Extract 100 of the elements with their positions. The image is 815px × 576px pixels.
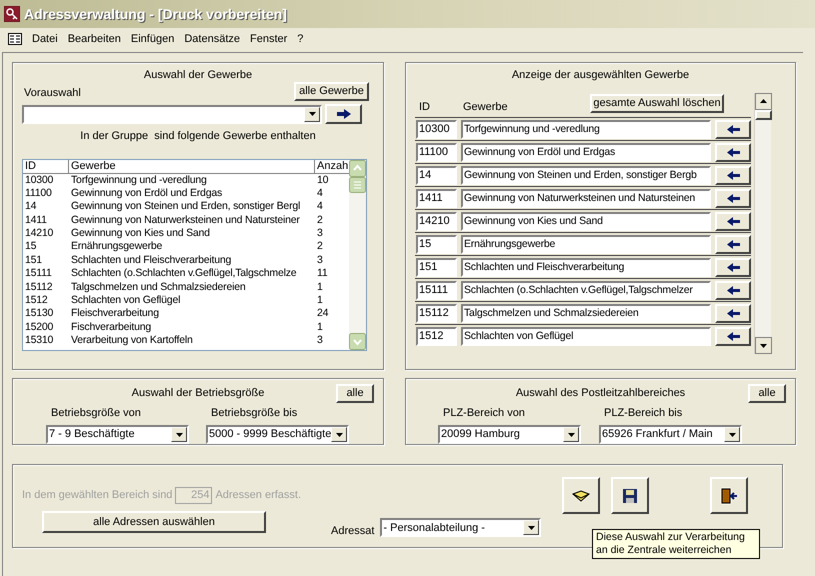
menu-item[interactable]: Datensätze [184,30,240,48]
arrow-left-icon [726,170,740,180]
dropdown[interactable]: 7 - 9 Beschäftigte [46,425,189,444]
scroll-down-icon[interactable] [755,337,772,354]
table-cell-text: 15200 [24,320,54,334]
name-field[interactable]: Gewinnung von Kies und Sand [461,212,711,230]
table-cell-text: 1 [316,280,324,294]
id-field[interactable]: 11100 [416,142,457,162]
arrow-left-icon [726,194,740,202]
go-button[interactable] [325,104,362,124]
all-button[interactable]: alle Gewerbe [294,82,369,101]
remove-button[interactable] [715,142,751,162]
field-label: PLZ-Bereich von [442,406,526,420]
arrow-left-icon [726,308,740,318]
door-exit-icon [721,488,738,504]
save-button[interactable] [611,477,650,514]
column-header[interactable]: Anzah [315,160,349,172]
select-all-button[interactable]: alle Adressen auswählen [42,511,266,533]
table-cell-text: 1512 [24,294,49,308]
clear-selection-button[interactable]: gesamte Auswahl löschen [590,94,724,112]
name-field[interactable]: Gewinnung von Steinen und Erden, sonstiger Bergb [461,166,711,184]
scrollbar[interactable] [754,93,771,354]
scroll-thumb[interactable] [349,176,366,192]
summary-text: In dem gewählten Bereich sind [22,488,172,504]
id-field[interactable]: 15112 [416,304,457,322]
menu-item[interactable]: ? [297,30,304,48]
table-cell-text: Schlachten (o.Schlachten v.Geflügel,Talgschmelze [70,267,298,281]
remove-button[interactable] [715,326,751,346]
name-field[interactable]: Talgschmelzen und Schmalzsiedereien [461,304,711,322]
field-label: Betriebsgröße von [50,406,142,420]
dropdown[interactable]: 20099 Hamburg [438,425,581,444]
remove-button[interactable] [715,280,751,300]
exit-button[interactable] [710,477,748,514]
menu-item[interactable]: Fenster [250,30,288,48]
name-field[interactable]: Ernährungsgewerbe [461,234,711,254]
table-cell-text: Verarbeitung von Kartoffeln [70,334,194,348]
form-icon[interactable] [8,33,22,45]
id-field[interactable]: 14 [416,166,457,184]
table-cell-text: 15130 [24,307,54,321]
id-field[interactable]: 151 [416,258,457,276]
dropdown[interactable] [22,104,322,124]
list-box[interactable] [22,158,367,350]
remove-button[interactable] [715,234,751,254]
id-field[interactable]: 10300 [416,120,457,138]
table-cell-text: Fischverarbeitung [70,320,152,334]
name-field[interactable]: Schlachten von Geflügel [461,326,711,346]
dropdown[interactable]: - Personalabteilung - [380,518,542,538]
table-cell-text: 1 [316,294,324,308]
table-cell-text: 1 [316,320,324,334]
table-cell-text: Gewinnung von Naturwerksteinen und Natursteiner [70,214,301,228]
remove-button[interactable] [715,258,751,276]
id-field[interactable]: 1512 [416,326,457,346]
table-cell-text: 14210 [24,227,54,240]
menu-item[interactable]: Datei [32,30,58,48]
remove-button[interactable] [715,212,751,230]
scroll-up-icon[interactable] [755,93,772,110]
name-field[interactable]: Gewinnung von Naturwerksteinen und Natursteinen [461,188,711,208]
column-header[interactable]: Gewerbe [69,160,315,172]
remove-button[interactable] [715,304,751,322]
menu-item[interactable]: Bearbeiten [68,30,121,48]
table-cell-text: 15 [24,240,38,254]
id-field[interactable]: 14210 [416,212,457,230]
field-label: Adressat [331,524,374,538]
table-cell-text: Torfgewinnung und -veredlung [70,174,208,187]
scrollbar[interactable] [349,160,366,350]
table-cell-text: Gewinnung von Steinen und Erden, sonstiger Bergl [70,200,302,214]
table-cell-text: 3 [316,227,324,240]
id-field[interactable]: 15111 [416,280,457,300]
table-cell-text: 2 [316,240,324,254]
all-button[interactable]: alle [748,384,786,403]
column-header[interactable]: ID [23,160,69,172]
envelope-button[interactable] [562,477,600,514]
all-button[interactable]: alle [336,384,374,403]
menu-item[interactable]: Einfügen [130,30,174,48]
remove-button[interactable] [715,188,751,208]
remove-button[interactable] [715,166,751,184]
table-cell-text: 2 [316,214,324,228]
name-field[interactable]: Gewinnung von Erdöl und Erdgas [461,142,711,162]
arrow-left-icon [726,216,740,226]
table-cell-text: 3 [316,334,324,348]
caret-icon [176,432,182,436]
name-field[interactable]: Schlachten (o.Schlachten v.Geflügel,Talgschmelzer [461,280,711,300]
table-cell-text: 15112 [24,280,54,294]
panel-title: Anzeige der ausgewählten Gewerbe [510,68,690,81]
id-field[interactable]: 15 [416,234,457,254]
table-cell-text: 3 [316,254,324,268]
field-label: Vorauswahl [24,86,81,100]
name-field[interactable]: Schlachten und Fleischverarbeitung [461,258,711,276]
dropdown[interactable]: 65926 Frankfurt / Main [599,425,742,444]
name-field[interactable]: Torfgewinnung und -veredlung [461,120,711,138]
remove-button[interactable] [715,120,751,138]
arrow-left-icon [726,332,740,340]
table-cell-text: Fleischverarbeitung [70,307,160,321]
column-header: ID [418,100,431,115]
table-cell-text: 10 [316,174,330,187]
table-cell-text: 24 [316,307,330,321]
table-cell-text: 11100 [24,186,53,200]
caret-icon [336,432,342,436]
dropdown[interactable]: 5000 - 9999 Beschäftigte [206,425,349,444]
id-field[interactable]: 1411 [416,188,457,208]
